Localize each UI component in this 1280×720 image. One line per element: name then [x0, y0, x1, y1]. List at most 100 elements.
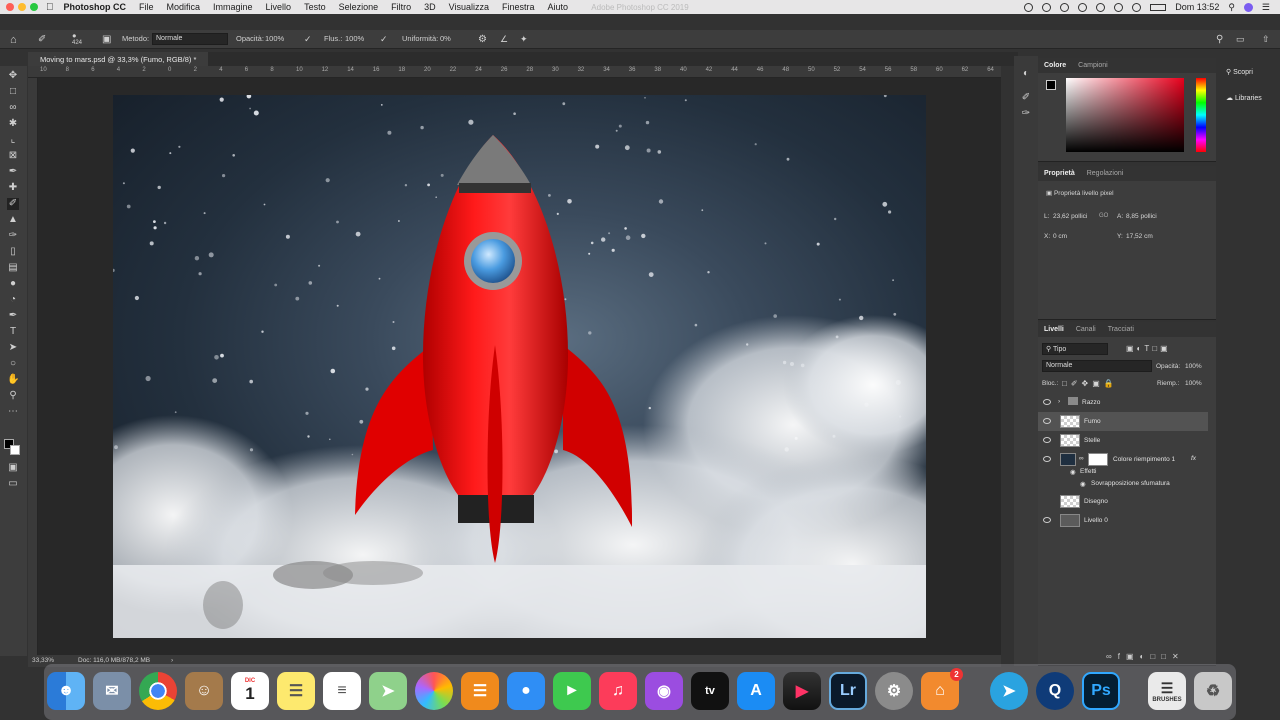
app-store-icon[interactable]: A — [737, 672, 775, 710]
brush-settings-icon[interactable]: ▣ — [102, 34, 111, 45]
tab-tracciati[interactable]: Tracciati — [1102, 326, 1140, 333]
metodo-select[interactable]: Normale — [152, 33, 228, 45]
opacita-value[interactable]: 100% — [265, 34, 284, 43]
tab-proprieta[interactable]: Proprietà — [1038, 170, 1081, 177]
move-tool-icon[interactable]: ✥ — [7, 70, 19, 82]
y-value[interactable]: 17,52 cm — [1126, 233, 1153, 240]
uniformita-value[interactable]: 0% — [440, 34, 451, 43]
pause-icon[interactable] — [1096, 2, 1106, 12]
more-tools-icon[interactable]: ⋯ — [7, 406, 19, 418]
skype-icon[interactable] — [1060, 2, 1070, 12]
menu-file[interactable]: File — [139, 2, 154, 12]
background-color-swatch[interactable] — [10, 445, 20, 455]
pen-tool-icon[interactable]: ✒ — [7, 310, 19, 322]
trash-icon[interactable]: ♻ — [1194, 672, 1232, 710]
blur-tool-icon[interactable]: ● — [7, 278, 19, 290]
visibility-eye-icon[interactable] — [1043, 418, 1051, 424]
creative-cloud-icon[interactable] — [1042, 2, 1052, 12]
menu-selezione[interactable]: Selezione — [339, 2, 379, 12]
time-machine-icon[interactable] — [1114, 2, 1124, 12]
clock-label[interactable]: Dom 13:52 — [1175, 2, 1219, 12]
system-preferences-icon[interactable]: ⚙ — [875, 672, 913, 710]
layer-row-livello-0[interactable]: Livello 0 — [1038, 511, 1208, 530]
home-app-icon[interactable]: ⌂ 2 — [921, 668, 963, 710]
color-panel-icon[interactable]: ◐ — [1020, 68, 1032, 80]
height-value[interactable]: 8,85 pollici — [1126, 213, 1157, 220]
document-canvas[interactable] — [113, 95, 926, 638]
quicktime-icon[interactable]: Q — [1036, 672, 1074, 710]
symmetry-icon[interactable]: ✦ — [520, 34, 528, 45]
layer-actions-bar[interactable]: ∞f▣◐□□✕ — [1106, 652, 1185, 661]
zoom-level[interactable]: 33,33% — [32, 657, 54, 664]
fill-value[interactable]: 100% — [1185, 380, 1202, 387]
frame-tool-icon[interactable]: ⊠ — [7, 150, 19, 162]
tv-icon[interactable]: tv — [691, 672, 729, 710]
eyedropper-tool-icon[interactable]: ✒ — [7, 166, 19, 178]
airbrush-icon[interactable]: ✓ — [380, 34, 388, 45]
brush-preview-icon[interactable]: ● — [72, 31, 77, 40]
facetime-icon[interactable]: ► — [553, 672, 591, 710]
quick-select-tool-icon[interactable]: ✱ — [7, 118, 19, 130]
fx-button[interactable]: f — [1118, 652, 1126, 661]
messages-icon[interactable]: ● — [507, 672, 545, 710]
notification-center-icon[interactable]: ☰ — [1262, 2, 1270, 13]
width-value[interactable]: 23,62 pollici — [1053, 213, 1087, 220]
folder-expand-icon[interactable]: › — [1058, 398, 1060, 405]
menu-3d[interactable]: 3D — [424, 2, 436, 12]
zoom-window-button[interactable] — [30, 3, 38, 11]
menu-modifica[interactable]: Modifica — [167, 2, 201, 12]
tab-livelli[interactable]: Livelli — [1038, 326, 1070, 333]
status-arrow-icon[interactable]: › — [171, 657, 173, 664]
visibility-eye-icon[interactable] — [1043, 517, 1051, 523]
brush-tool-preset-icon[interactable]: ✐ — [38, 34, 46, 45]
menu-finestra[interactable]: Finestra — [502, 2, 535, 12]
close-window-button[interactable] — [6, 3, 14, 11]
record-icon[interactable] — [1024, 2, 1034, 12]
apple-menu-icon[interactable]:  — [46, 2, 54, 13]
shape-tool-icon[interactable]: ○ — [7, 358, 19, 370]
effect-eye-icon[interactable]: ◉ — [1080, 480, 1086, 488]
scopri-tab[interactable]: ⚲ Scopri — [1226, 68, 1253, 76]
tab-canali[interactable]: Canali — [1070, 326, 1102, 333]
dodge-tool-icon[interactable]: ◔ — [7, 294, 19, 306]
tab-regolazioni[interactable]: Regolazioni — [1081, 170, 1130, 177]
tab-campioni[interactable]: Campioni — [1072, 62, 1114, 69]
siri-icon[interactable] — [1243, 2, 1253, 12]
maps-icon[interactable]: ➤ — [369, 672, 407, 710]
menu-app-name[interactable]: Photoshop CC — [64, 2, 127, 12]
path-select-tool-icon[interactable]: ➤ — [7, 342, 19, 354]
menu-visualizza[interactable]: Visualizza — [449, 2, 489, 12]
document-tab[interactable]: Moving to mars.psd @ 33,3% (Fumo, RGB/8)… — [28, 52, 209, 66]
telegram-icon[interactable]: ➤ — [990, 672, 1028, 710]
history-brush-tool-icon[interactable]: ✑ — [7, 230, 19, 242]
zoom-tool-icon[interactable]: ⚲ — [7, 390, 19, 402]
visibility-eye-icon[interactable] — [1043, 456, 1051, 462]
flusso-value[interactable]: 100% — [345, 34, 364, 43]
healing-tool-icon[interactable]: ✚ — [7, 182, 19, 194]
blend-mode-select[interactable]: Normale — [1042, 360, 1152, 372]
mail-icon[interactable]: ✉ — [93, 672, 131, 710]
pressure-opacity-icon[interactable]: ✓ — [304, 34, 312, 45]
photos-icon[interactable] — [415, 672, 453, 710]
battery-icon[interactable] — [1150, 3, 1167, 11]
brushes-folder-icon[interactable]: ☰ BRUSHES — [1148, 672, 1186, 710]
x-value[interactable]: 0 cm — [1053, 233, 1067, 240]
wifi-icon[interactable] — [1132, 2, 1142, 12]
finder-icon[interactable]: ☻ — [47, 672, 85, 710]
hand-tool-icon[interactable]: ✋ — [7, 374, 19, 386]
effects-eye-icon[interactable]: ◉ — [1070, 468, 1076, 476]
type-tool-icon[interactable]: T — [7, 326, 19, 338]
contacts-icon[interactable]: ☺ — [185, 672, 223, 710]
notes-icon[interactable]: ☰ — [277, 672, 315, 710]
fx-badge[interactable]: fx — [1191, 455, 1196, 462]
final-cut-icon[interactable]: ▶ — [783, 672, 821, 710]
layer-opacity-value[interactable]: 100% — [1185, 363, 1202, 370]
chrome-icon[interactable] — [139, 672, 177, 710]
marquee-tool-icon[interactable]: □ — [7, 86, 19, 98]
lightroom-icon[interactable]: Lr — [829, 672, 867, 710]
dropbox-icon[interactable] — [1078, 2, 1088, 12]
effects-row[interactable]: ◉ Effetti — [1038, 466, 1208, 478]
lasso-tool-icon[interactable]: ∞ — [7, 102, 19, 114]
quick-mask-icon[interactable]: ▣ — [7, 462, 19, 474]
visibility-eye-icon[interactable] — [1043, 399, 1051, 405]
